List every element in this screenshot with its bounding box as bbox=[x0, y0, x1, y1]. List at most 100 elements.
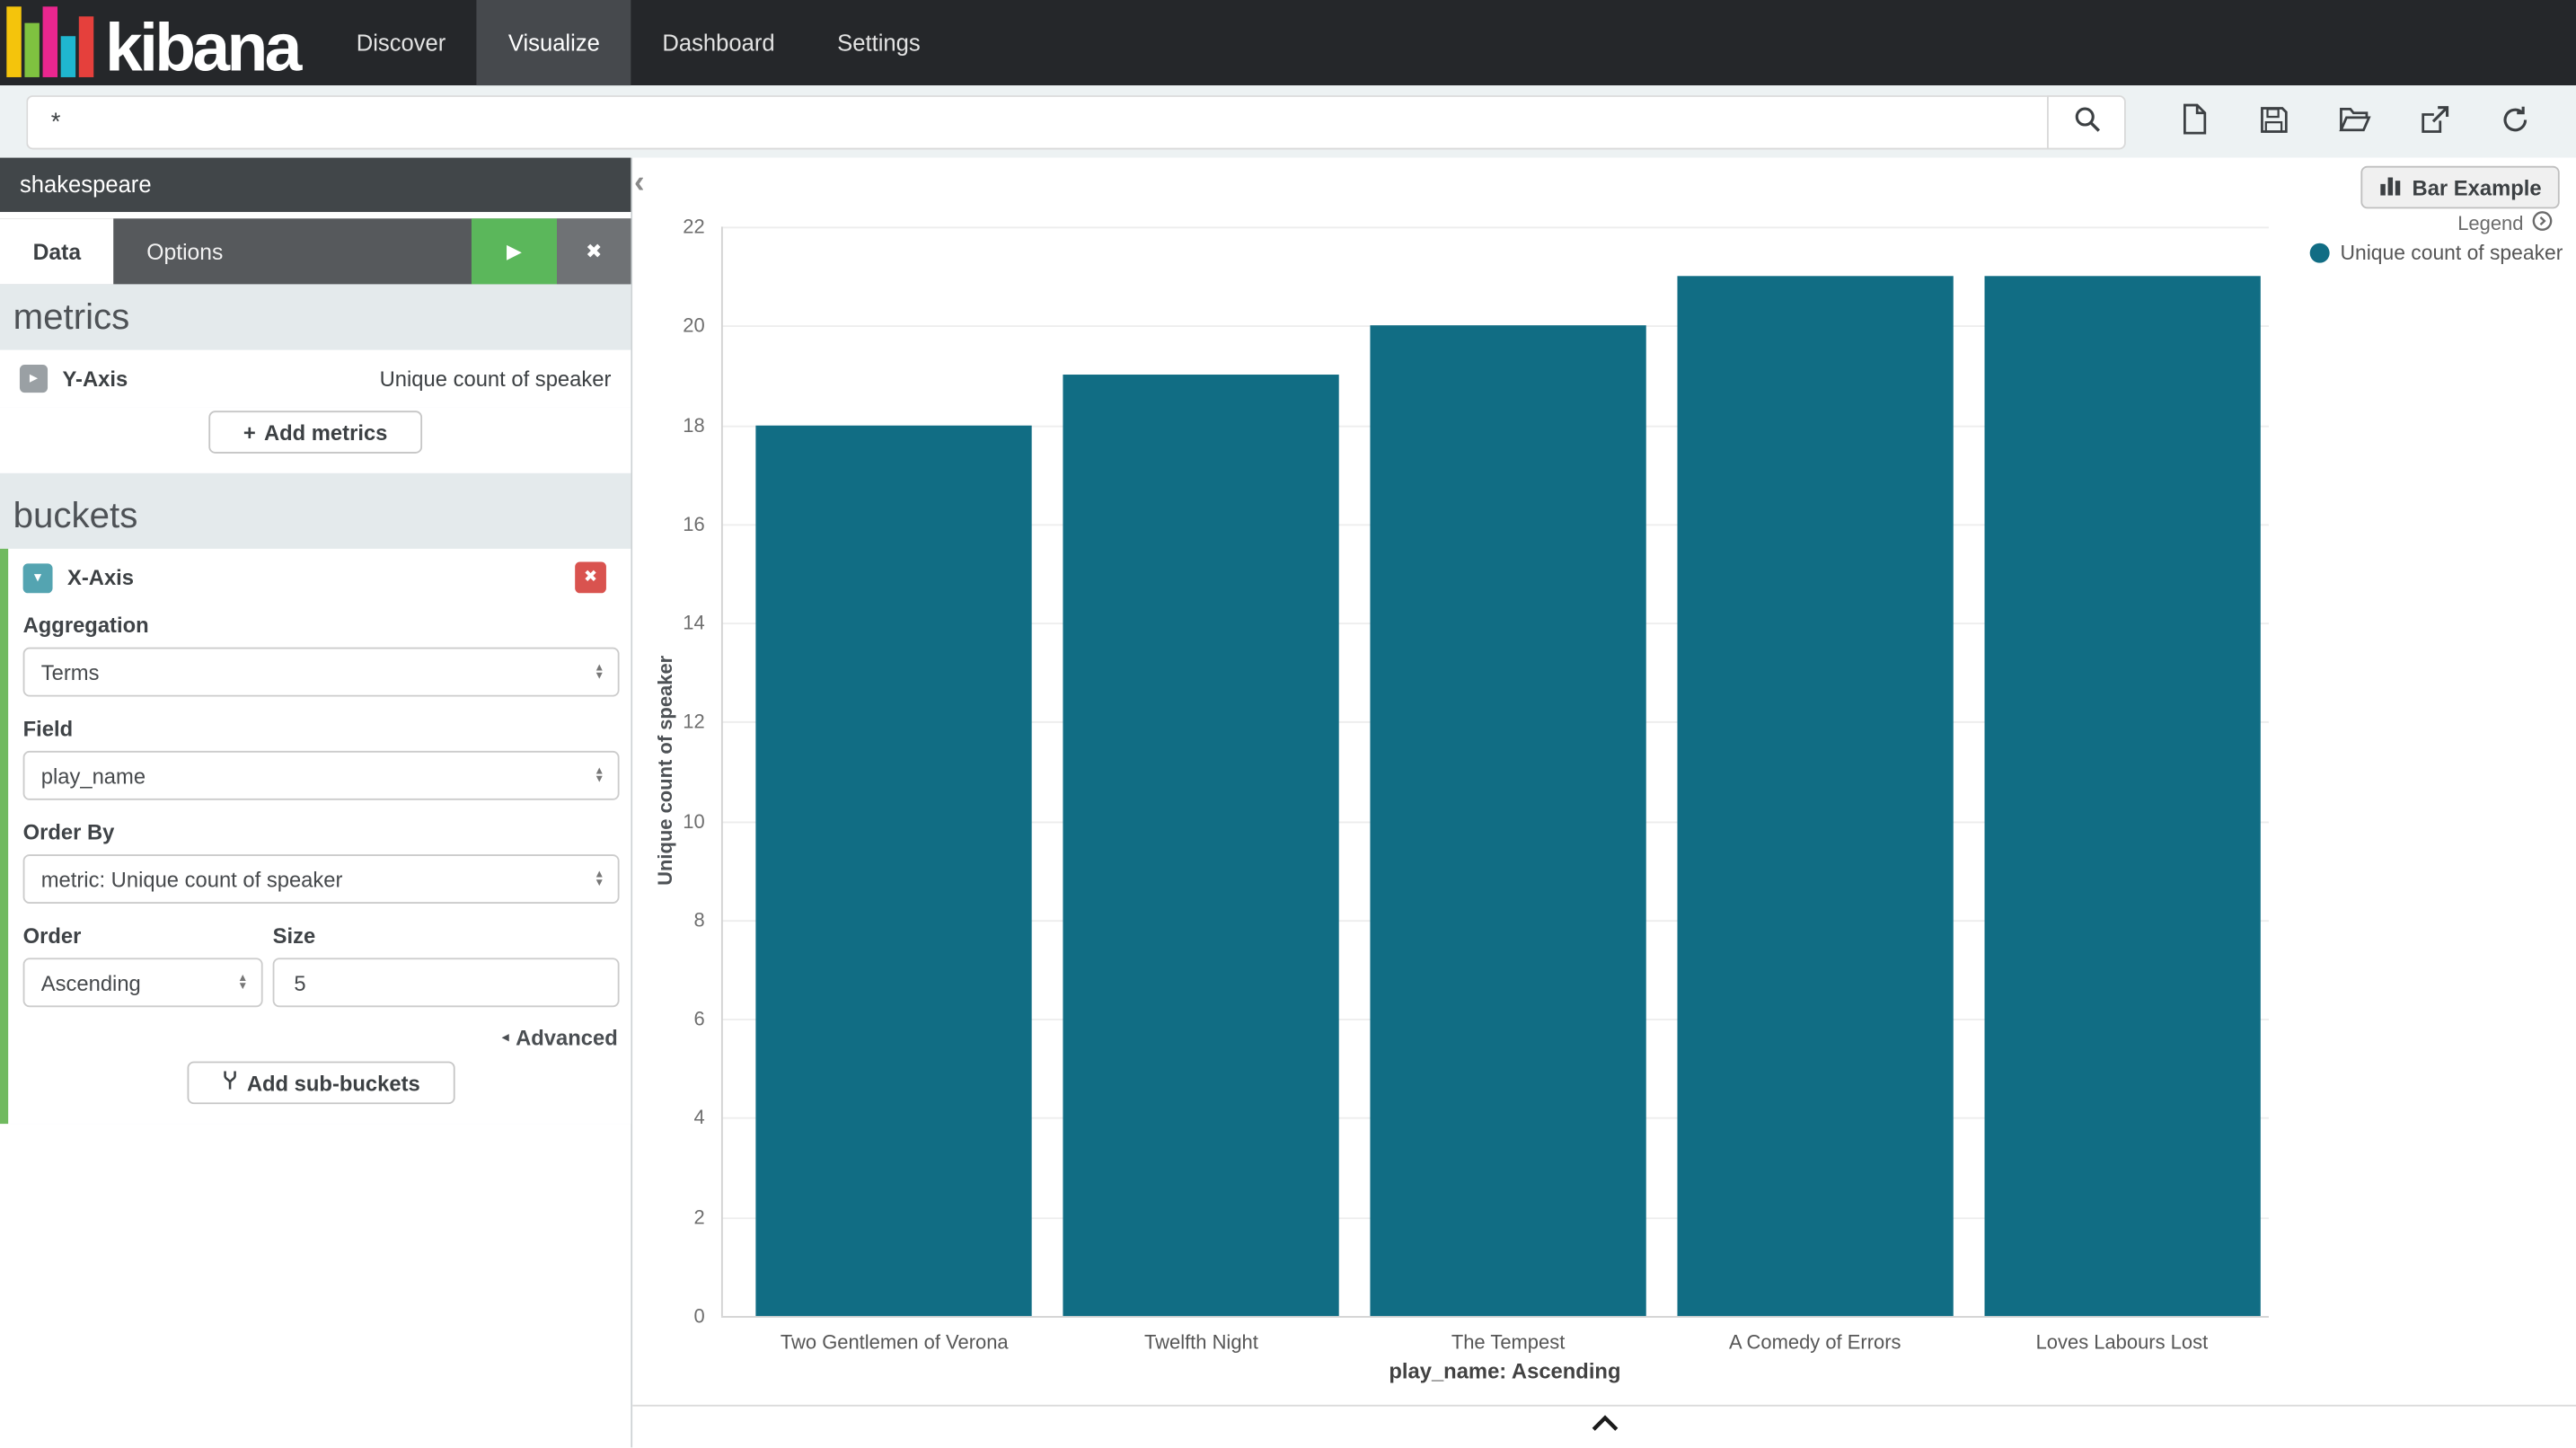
new-visualization-button[interactable] bbox=[2175, 103, 2211, 139]
order-by-select[interactable]: metric: Unique count of speaker ▲▼ bbox=[23, 854, 620, 904]
x-tick-label: Loves Labours Lost bbox=[1969, 1331, 2276, 1355]
aggregation-select[interactable]: Terms ▲▼ bbox=[23, 648, 620, 697]
floppy-save-icon bbox=[2259, 104, 2289, 138]
nav-item-visualize[interactable]: Visualize bbox=[477, 0, 631, 85]
x-tick-label: Two Gentlemen of Verona bbox=[741, 1331, 1048, 1355]
order-label: Order bbox=[23, 923, 263, 948]
kibana-logo-text: kibana bbox=[105, 22, 299, 76]
close-icon: ✖ bbox=[586, 240, 602, 263]
y-tick-label: 8 bbox=[648, 908, 704, 931]
metric-row-y-axis: ▸ Y-Axis Unique count of speaker bbox=[0, 350, 631, 408]
y-tick-label: 22 bbox=[648, 216, 704, 239]
buckets-heading: buckets bbox=[0, 486, 631, 549]
nav-item-dashboard[interactable]: Dashboard bbox=[631, 0, 807, 85]
order-select[interactable]: Ascending ▲▼ bbox=[23, 958, 263, 1007]
plus-icon: + bbox=[243, 419, 256, 444]
order-by-select-value: metric: Unique count of speaker bbox=[41, 867, 343, 891]
y-tick-label: 18 bbox=[648, 413, 704, 437]
down-caret-icon: ▾ bbox=[34, 569, 41, 587]
metric-value: Unique count of speaker bbox=[380, 366, 612, 391]
search-input[interactable] bbox=[26, 94, 2047, 148]
field-select[interactable]: play_name ▲▼ bbox=[23, 751, 620, 800]
x-axis-title: play_name: Ascending bbox=[1389, 1359, 1620, 1383]
nav-item-discover[interactable]: Discover bbox=[325, 0, 477, 85]
bar-3[interactable] bbox=[1370, 326, 1645, 1316]
y-tick-label: 0 bbox=[648, 1304, 704, 1328]
refresh-button[interactable] bbox=[2497, 103, 2533, 139]
branch-icon bbox=[222, 1070, 238, 1096]
share-button[interactable] bbox=[2417, 103, 2453, 139]
bucket-title: X-Axis bbox=[67, 565, 134, 589]
y-tick-label: 2 bbox=[648, 1205, 704, 1229]
y-tick-label: 16 bbox=[648, 512, 704, 535]
metrics-heading: metrics bbox=[0, 287, 631, 350]
field-label: Field bbox=[23, 716, 620, 740]
bucket-panel-x-axis: ▾ X-Axis ✖ Aggregation Terms ▲▼ bbox=[0, 549, 631, 1124]
right-caret-icon: ▸ bbox=[30, 370, 38, 388]
order-select-value: Ascending bbox=[41, 970, 141, 994]
y-tick-label: 6 bbox=[648, 1008, 704, 1031]
add-metrics-row: + Add metrics bbox=[0, 408, 631, 473]
bucket-header: ▾ X-Axis ✖ bbox=[23, 562, 620, 594]
x-tick-label: A Comedy of Errors bbox=[1662, 1331, 1969, 1355]
aggregation-label: Aggregation bbox=[23, 613, 620, 637]
add-subbuckets-button[interactable]: Add sub-buckets bbox=[188, 1062, 454, 1105]
visualize-toolbar bbox=[2175, 103, 2534, 139]
y-tick-label: 20 bbox=[648, 314, 704, 338]
save-button[interactable] bbox=[2255, 103, 2291, 139]
bar-chart: Unique count of speaker play_name: Ascen… bbox=[632, 158, 2576, 1448]
nav-item-settings[interactable]: Settings bbox=[806, 0, 951, 85]
advanced-label: Advanced bbox=[516, 1025, 618, 1049]
folder-open-icon bbox=[2337, 105, 2371, 138]
refresh-icon bbox=[2501, 104, 2530, 138]
select-stepper-icon: ▲▼ bbox=[584, 870, 604, 887]
metric-name: Y-Axis bbox=[63, 366, 128, 391]
vis-editor-sidebar: shakespeare Data Options ▶ ✖ metrics ▸ bbox=[0, 158, 632, 1448]
kibana-app: kibana Discover Visualize Dashboard Sett… bbox=[0, 0, 2576, 1448]
new-document-icon bbox=[2179, 103, 2207, 139]
y-tick-label: 12 bbox=[648, 711, 704, 734]
load-saved-button[interactable] bbox=[2336, 103, 2372, 139]
field-select-value: play_name bbox=[41, 764, 146, 788]
order-by-label: Order By bbox=[23, 820, 620, 844]
search-icon bbox=[2072, 105, 2100, 138]
select-stepper-icon: ▲▼ bbox=[584, 663, 604, 681]
y-tick-label: 14 bbox=[648, 612, 704, 635]
discard-changes-button[interactable]: ✖ bbox=[557, 218, 631, 284]
size-input[interactable] bbox=[273, 958, 620, 1007]
search-button[interactable] bbox=[2047, 94, 2126, 148]
remove-bucket-button[interactable]: ✖ bbox=[575, 562, 606, 594]
add-subbuckets-label: Add sub-buckets bbox=[247, 1071, 420, 1095]
bar-4[interactable] bbox=[1677, 277, 1953, 1317]
top-navbar: kibana Discover Visualize Dashboard Sett… bbox=[0, 0, 2576, 85]
collapse-bucket-button[interactable]: ▾ bbox=[23, 562, 53, 592]
y-axis-title: Unique count of speaker bbox=[654, 656, 677, 886]
x-axis-line bbox=[721, 1316, 2269, 1318]
advanced-toggle-link[interactable]: ◂ Advanced bbox=[23, 1025, 618, 1049]
spy-panel-toggle[interactable] bbox=[1590, 1411, 1619, 1435]
chevron-up-icon bbox=[1590, 1411, 1619, 1435]
kibana-logo: kibana bbox=[0, 0, 325, 85]
x-tick-label: Twelfth Night bbox=[1048, 1331, 1355, 1355]
kibana-logo-stripes-icon bbox=[6, 6, 93, 77]
visualization-canvas: ‹ Bar Example Legend Unique count of spe… bbox=[632, 158, 2576, 1448]
close-icon: ✖ bbox=[584, 569, 597, 587]
play-icon: ▶ bbox=[507, 240, 522, 263]
index-pattern-header: shakespeare bbox=[0, 158, 631, 212]
tab-data[interactable]: Data bbox=[0, 218, 114, 284]
apply-changes-button[interactable]: ▶ bbox=[472, 218, 557, 284]
bar-2[interactable] bbox=[1063, 375, 1339, 1316]
bar-1[interactable] bbox=[756, 425, 1032, 1316]
spy-panel-divider bbox=[632, 1405, 2576, 1407]
size-label: Size bbox=[273, 923, 620, 948]
index-pattern-title: shakespeare bbox=[20, 171, 152, 197]
tab-options[interactable]: Options bbox=[114, 218, 256, 284]
select-stepper-icon: ▲▼ bbox=[227, 974, 248, 992]
gridline bbox=[721, 226, 2269, 228]
add-metrics-button[interactable]: + Add metrics bbox=[209, 411, 422, 454]
expand-metric-button[interactable]: ▸ bbox=[20, 365, 48, 393]
left-triangle-icon: ◂ bbox=[501, 1029, 508, 1046]
y-tick-label: 4 bbox=[648, 1107, 704, 1130]
bar-5[interactable] bbox=[1984, 277, 2260, 1317]
vis-editor-form: metrics ▸ Y-Axis Unique count of speaker… bbox=[0, 284, 631, 1124]
